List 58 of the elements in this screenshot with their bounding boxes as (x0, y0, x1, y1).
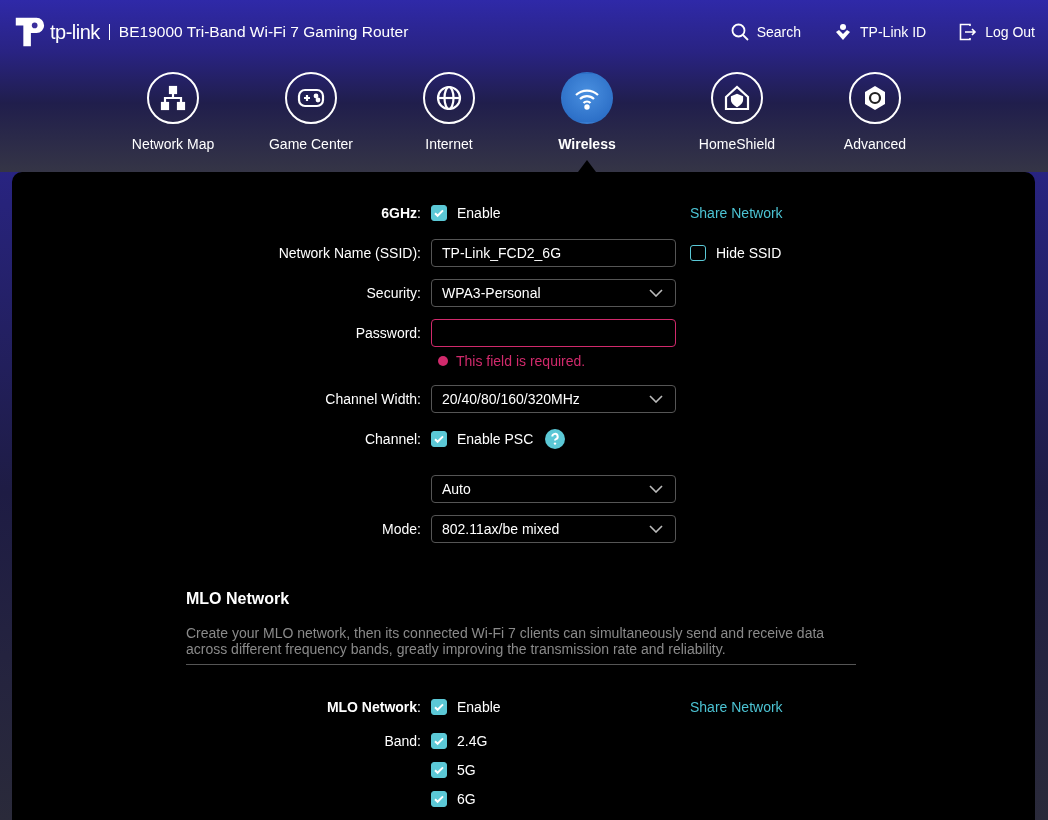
checkbox-option[interactable]: 2.4G (431, 733, 488, 749)
field-label: Security: (366, 285, 421, 301)
gamepad-icon (285, 72, 337, 124)
logout-link[interactable]: Log Out (959, 23, 1035, 41)
section-description: Create your MLO network, then its connected Wi-Fi 7 clients can simultaneously send and receive data across different frequency bands, greatly improving the transmission rate and reliability. (186, 625, 826, 657)
field-label: MLO Network: (326, 699, 421, 715)
nav-tab[interactable]: Game Center (242, 72, 380, 152)
section-title: MLO Network (186, 589, 291, 609)
checkbox[interactable] (690, 245, 706, 261)
settings-icon (849, 72, 901, 124)
checkbox-option[interactable]: Enable PSC (431, 431, 534, 447)
chevron-down-icon (649, 525, 663, 533)
wifi-icon (561, 72, 613, 124)
field-label: Network Name (SSID): (278, 245, 421, 261)
dropdown[interactable]: WPA3-Personal (431, 279, 676, 307)
network-map-icon (147, 72, 199, 124)
logout-icon (959, 23, 978, 41)
checkbox[interactable] (431, 791, 447, 807)
chevron-down-icon (649, 485, 663, 493)
help-icon[interactable] (545, 429, 566, 449)
nav-tab[interactable]: HomeShield (668, 72, 806, 152)
search-link[interactable]: Search (730, 23, 802, 41)
dropdown[interactable]: Auto (431, 475, 676, 503)
checkbox-option[interactable]: Enable (431, 205, 501, 221)
house-shield-icon (711, 72, 763, 124)
checkbox-option[interactable]: 6G (431, 791, 476, 807)
chevron-down-icon (649, 289, 663, 297)
checkbox-option[interactable]: Hide SSID (690, 245, 782, 261)
dropdown[interactable]: 20/40/80/160/320MHz (431, 385, 676, 413)
account-link[interactable]: TP-Link ID (834, 23, 927, 41)
checkbox[interactable] (431, 733, 447, 749)
dropdown[interactable]: 802.11ax/be mixed (431, 515, 676, 543)
ssid-field[interactable]: TP-Link_FCD2_6G (431, 239, 676, 267)
field-label: 6GHz: (381, 205, 421, 221)
field-label: Channel: (364, 431, 421, 447)
checkbox-option[interactable]: Enable (431, 699, 501, 715)
checkbox[interactable] (431, 699, 447, 715)
nav-tab[interactable]: Internet (380, 72, 518, 152)
checkbox[interactable] (431, 762, 447, 778)
person-icon (834, 23, 853, 41)
nav-tab[interactable]: Network Map (104, 72, 242, 152)
checkbox[interactable] (431, 431, 447, 447)
field-label: Channel Width: (325, 391, 421, 407)
share-network-link[interactable]: Share Network (690, 205, 783, 221)
password-field[interactable] (431, 319, 676, 347)
checkbox[interactable] (431, 205, 447, 221)
field-label: Mode: (382, 521, 421, 537)
search-icon (730, 23, 749, 41)
error-message: This field is required. (456, 353, 586, 369)
share-network-link[interactable]: Share Network (690, 699, 783, 715)
chevron-down-icon (649, 395, 663, 403)
globe-icon (423, 72, 475, 124)
nav-tab[interactable]: Advanced (806, 72, 944, 152)
field-label: Password: (355, 325, 421, 341)
checkbox-option[interactable]: 5G (431, 762, 476, 778)
field-label: Band: (384, 733, 421, 749)
product-title: BE19000 Tri-Band Wi-Fi 7 Gaming Router (117, 23, 409, 41)
error-dot-icon (438, 356, 448, 366)
